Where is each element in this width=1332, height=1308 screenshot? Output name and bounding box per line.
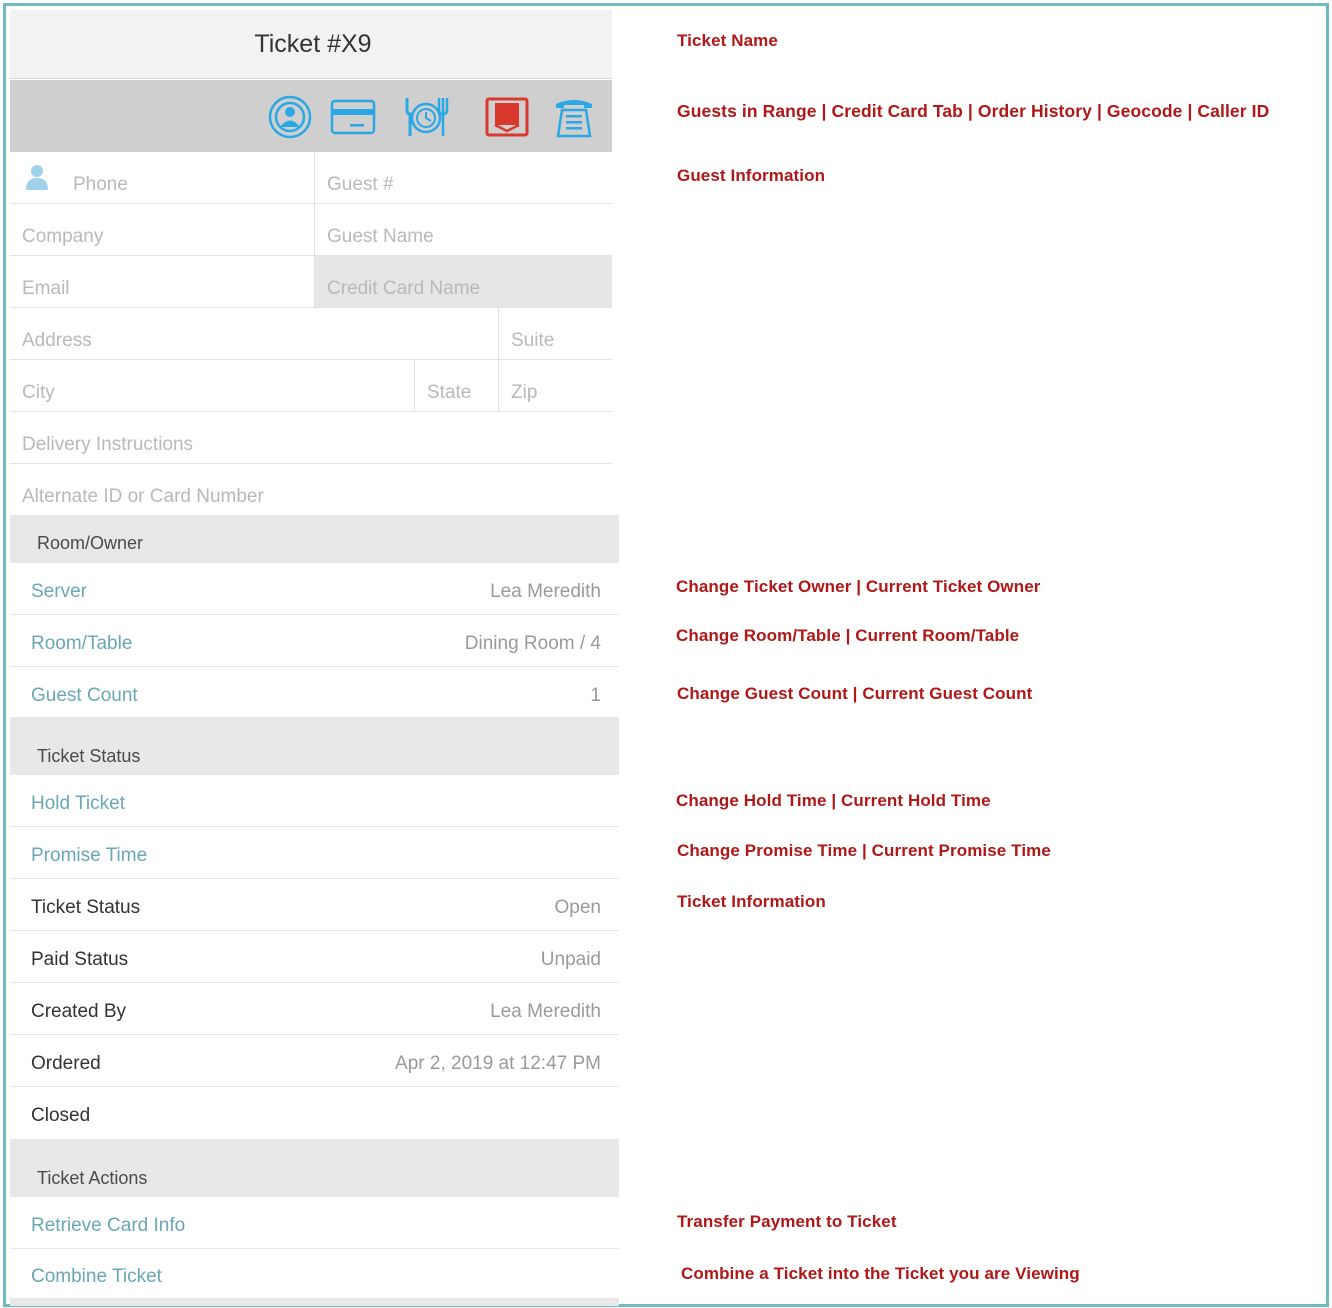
promise-time-label: Promise Time bbox=[31, 844, 148, 866]
combine-ticket-row[interactable]: Combine Ticket bbox=[10, 1249, 619, 1299]
company-input[interactable] bbox=[10, 204, 314, 255]
email-input[interactable] bbox=[10, 256, 314, 307]
zip-field[interactable] bbox=[499, 360, 612, 412]
annotation-guest-info: Guest Information bbox=[677, 166, 826, 185]
room-table-row[interactable]: Room/Table Dining Room / 4 bbox=[10, 615, 619, 667]
section-footer bbox=[10, 1299, 619, 1306]
email-field[interactable] bbox=[10, 256, 314, 308]
guest-name-input[interactable] bbox=[315, 204, 612, 255]
delivery-instructions-input[interactable] bbox=[10, 412, 612, 463]
title-bar: Ticket #X9 bbox=[10, 10, 612, 79]
suite-input[interactable] bbox=[499, 308, 612, 359]
order-history-icon[interactable] bbox=[403, 94, 449, 140]
annotation-room: Change Room/Table | Current Room/Table bbox=[676, 626, 1020, 645]
zip-input[interactable] bbox=[499, 360, 612, 411]
state-field[interactable] bbox=[415, 360, 498, 412]
credit-card-icon[interactable] bbox=[330, 94, 376, 140]
city-field[interactable] bbox=[10, 360, 414, 412]
company-field[interactable] bbox=[10, 204, 314, 256]
guest-name-field[interactable] bbox=[315, 204, 612, 256]
guest-number-input[interactable] bbox=[315, 152, 612, 203]
alternate-id-input[interactable] bbox=[10, 464, 612, 516]
section-title: Ticket Actions bbox=[37, 1168, 148, 1188]
section-title: Room/Owner bbox=[37, 533, 144, 553]
room-table-value: Dining Room / 4 bbox=[464, 632, 601, 654]
created-by-label: Created By bbox=[31, 1000, 127, 1022]
server-value: Lea Meredith bbox=[490, 580, 601, 602]
room-table-label: Room/Table bbox=[31, 632, 133, 654]
annotation-transfer: Transfer Payment to Ticket bbox=[677, 1212, 897, 1231]
room-owner-section-header: Room/Owner bbox=[10, 515, 619, 563]
guest-count-row[interactable]: Guest Count 1 bbox=[10, 667, 619, 719]
guest-number-field[interactable] bbox=[315, 152, 612, 204]
annotation-promise: Change Promise Time | Current Promise Ti… bbox=[677, 841, 1051, 860]
promise-time-row[interactable]: Promise Time bbox=[10, 827, 619, 879]
annotation-toolbar: Guests in Range | Credit Card Tab | Orde… bbox=[677, 101, 1270, 121]
hold-ticket-label: Hold Ticket bbox=[31, 792, 125, 814]
address-input[interactable] bbox=[10, 308, 498, 359]
city-input[interactable] bbox=[10, 360, 414, 411]
phone-field[interactable] bbox=[10, 152, 314, 204]
guests-in-range-icon[interactable] bbox=[267, 94, 313, 140]
server-label: Server bbox=[31, 580, 87, 602]
server-row[interactable]: Server Lea Meredith bbox=[10, 563, 619, 615]
retrieve-card-info-row[interactable]: Retrieve Card Info bbox=[10, 1197, 619, 1249]
divider bbox=[498, 308, 499, 412]
ticket-status-row: Ticket Status Open bbox=[10, 879, 619, 931]
caller-id-icon[interactable] bbox=[551, 94, 597, 140]
paid-status-value: Unpaid bbox=[540, 948, 601, 970]
ordered-label: Ordered bbox=[31, 1052, 101, 1074]
ticket-title: Ticket #X9 bbox=[254, 29, 372, 58]
created-by-row: Created By Lea Meredith bbox=[10, 983, 619, 1035]
annotation-ticket-name: Ticket Name bbox=[677, 31, 778, 50]
divider bbox=[414, 360, 415, 412]
address-field[interactable] bbox=[10, 308, 498, 360]
ticket-status-label: Ticket Status bbox=[31, 896, 141, 918]
closed-label: Closed bbox=[31, 1105, 91, 1126]
ticket-panel: Ticket #X9 Phone Guest # Company Guest N… bbox=[10, 10, 619, 1306]
credit-card-name-field bbox=[315, 256, 612, 308]
annotation-owner: Change Ticket Owner | Current Ticket Own… bbox=[676, 577, 1041, 596]
suite-field[interactable] bbox=[499, 308, 612, 360]
state-input[interactable] bbox=[415, 360, 498, 411]
closed-row: Closed bbox=[10, 1087, 619, 1139]
ordered-row: Ordered Apr 2, 2019 at 12:47 PM bbox=[10, 1035, 619, 1087]
section-title: Ticket Status bbox=[37, 746, 141, 766]
annotation-combine: Combine a Ticket into the Ticket you are… bbox=[681, 1264, 1080, 1283]
annotation-guest-count: Change Guest Count | Current Guest Count bbox=[677, 684, 1033, 703]
geocode-icon[interactable] bbox=[484, 94, 530, 140]
guest-count-label: Guest Count bbox=[31, 685, 138, 706]
credit-card-name-input bbox=[315, 256, 612, 307]
alternate-id-field[interactable] bbox=[10, 464, 612, 516]
delivery-instructions-field[interactable] bbox=[10, 412, 612, 464]
ticket-status-value: Open bbox=[554, 896, 601, 918]
ordered-value: Apr 2, 2019 at 12:47 PM bbox=[395, 1052, 601, 1074]
annotation-ticket-info: Ticket Information bbox=[677, 892, 826, 911]
retrieve-card-info-label: Retrieve Card Info bbox=[31, 1214, 186, 1236]
phone-input[interactable] bbox=[10, 152, 314, 203]
combine-ticket-label: Combine Ticket bbox=[31, 1265, 162, 1287]
created-by-value: Lea Meredith bbox=[490, 1000, 601, 1022]
guest-count-value: 1 bbox=[590, 685, 601, 706]
paid-status-row: Paid Status Unpaid bbox=[10, 931, 619, 983]
ticket-actions-section-header: Ticket Actions bbox=[10, 1139, 619, 1197]
ticket-toolbar bbox=[10, 80, 612, 152]
annotation-hold: Change Hold Time | Current Hold Time bbox=[676, 791, 991, 810]
paid-status-label: Paid Status bbox=[31, 948, 129, 970]
hold-ticket-row[interactable]: Hold Ticket bbox=[10, 775, 619, 827]
ticket-status-section-header: Ticket Status bbox=[10, 717, 619, 775]
divider bbox=[314, 152, 315, 308]
